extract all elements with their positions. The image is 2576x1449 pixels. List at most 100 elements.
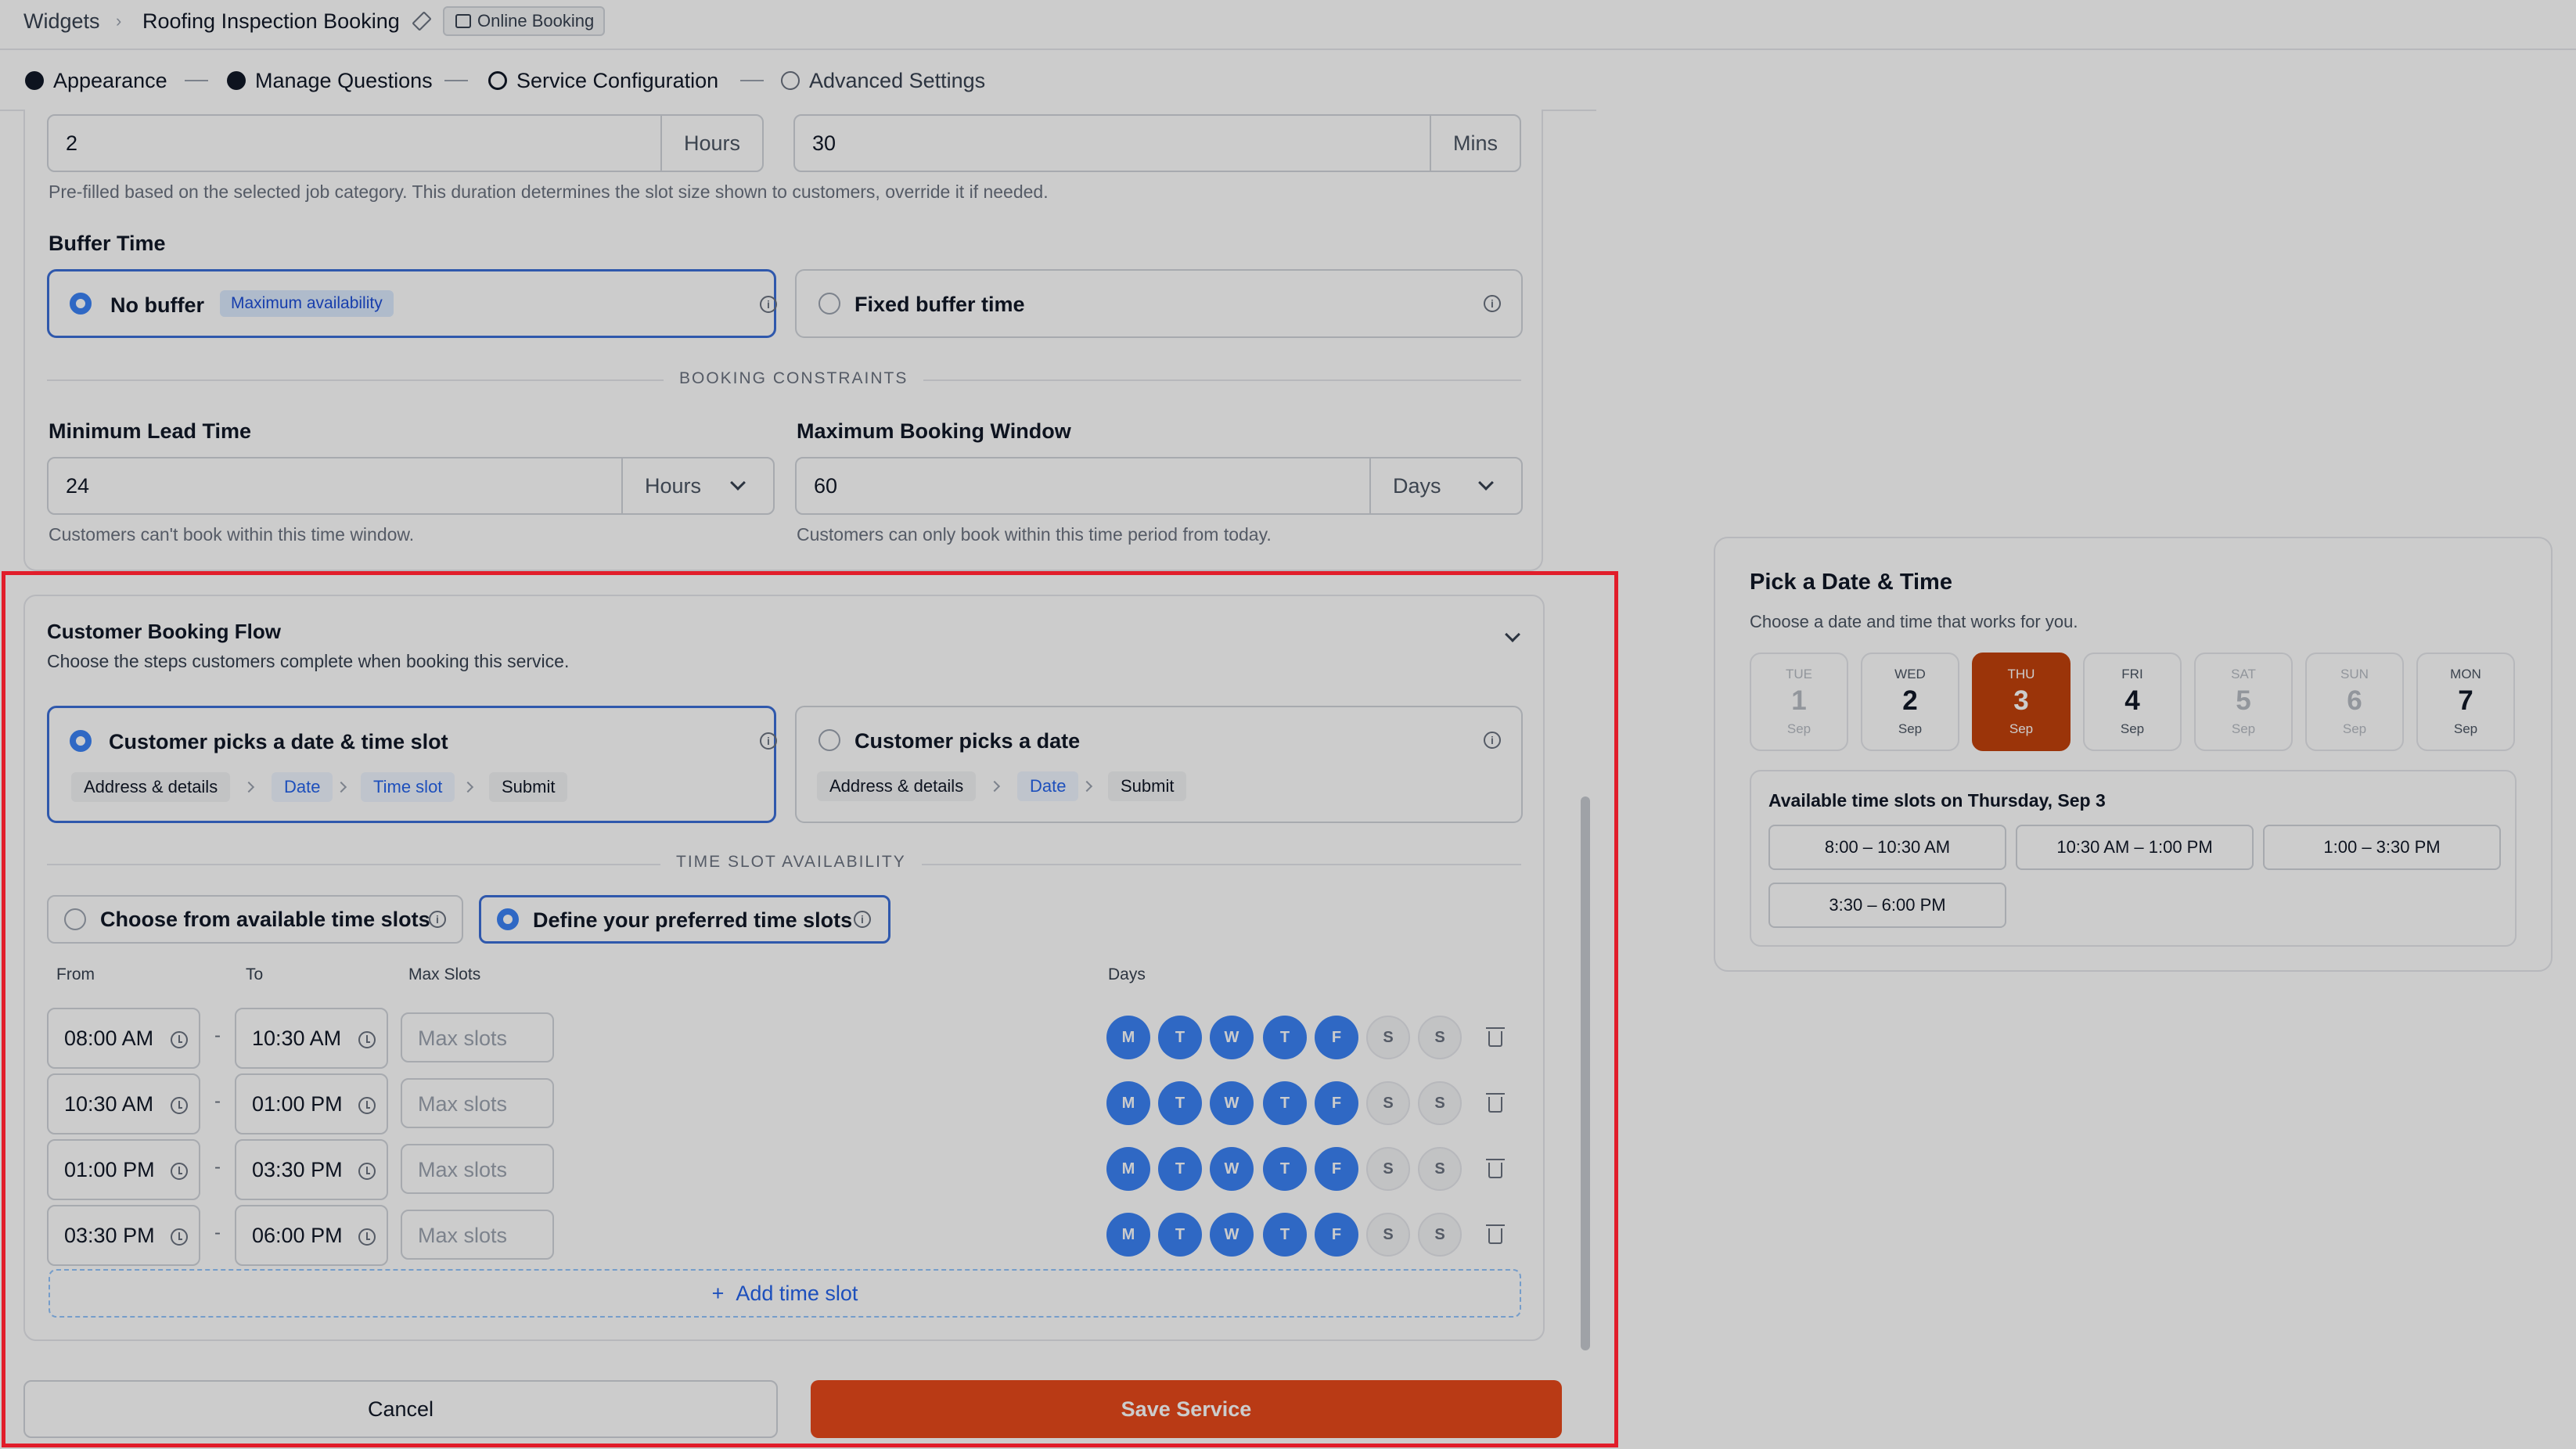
time-slot-button[interactable]: 8:00 – 10:30 AM [1768,825,2006,870]
to-time-field[interactable]: 06:00 PM [235,1205,388,1266]
booking-flow-title: Customer Booking Flow [47,620,281,643]
date-cell-fri[interactable]: FRI 4 Sep [2083,653,2182,751]
from-time-field[interactable]: 01:00 PM [47,1139,200,1200]
no-buffer-option[interactable]: No buffer Maximum availability i [47,269,777,338]
trash-icon[interactable] [1486,1159,1505,1178]
from-time-field[interactable]: 03:30 PM [47,1205,200,1266]
day-toggle[interactable]: T [1158,1081,1202,1125]
duration-hours-field[interactable]: 2 Hours [47,114,764,172]
day-toggle[interactable]: W [1210,1081,1254,1125]
duration-hours-value: 2 [66,131,78,155]
edit-pencil-icon[interactable] [412,11,432,31]
step-label: Appearance [53,69,167,92]
max-slots-input[interactable]: Max slots [401,1210,554,1260]
day-toggle[interactable]: W [1210,1016,1254,1059]
min-lead-time-field[interactable]: 24 Hours [47,457,775,515]
max-slots-placeholder: Max slots [418,1027,508,1050]
trash-icon[interactable] [1486,1224,1505,1244]
date-cell-thu[interactable]: THU 3 Sep [1972,653,2071,751]
collapse-chevron-icon[interactable] [1505,627,1520,642]
max-slots-input[interactable]: Max slots [401,1144,554,1194]
info-icon[interactable]: i [760,732,777,750]
date-cell-num: 6 [2347,685,2362,716]
date-cell-mon[interactable]: MON 7 Sep [2416,653,2515,751]
day-toggle[interactable]: F [1315,1147,1358,1191]
time-slot-button[interactable]: 10:30 AM – 1:00 PM [2016,825,2254,870]
info-icon[interactable]: i [854,911,871,928]
duration-mins-field[interactable]: 30 Mins [793,114,1521,172]
window-unit-select[interactable]: Days [1369,458,1521,513]
day-toggle[interactable]: M [1106,1213,1150,1257]
time-slot-button[interactable]: 1:00 – 3:30 PM [2263,825,2501,870]
date-cell-mon: Sep [2231,721,2256,736]
day-toggle[interactable]: W [1210,1213,1254,1257]
day-toggle[interactable]: T [1263,1016,1307,1059]
max-booking-window-field[interactable]: 60 Days [795,457,1523,515]
scrollbar[interactable] [1581,796,1590,1350]
day-toggle[interactable]: S [1366,1081,1410,1125]
day-toggle[interactable]: M [1106,1081,1150,1125]
date-cell-num: 5 [2236,685,2251,716]
info-icon[interactable]: i [1484,732,1501,749]
save-service-button[interactable]: Save Service [811,1380,1562,1438]
trash-icon[interactable] [1486,1093,1505,1113]
day-toggle[interactable]: S [1366,1147,1410,1191]
day-toggle[interactable]: T [1263,1213,1307,1257]
max-slots-input[interactable]: Max slots [401,1012,554,1062]
day-toggle[interactable]: T [1263,1147,1307,1191]
day-toggle[interactable]: F [1315,1213,1358,1257]
day-toggle[interactable]: T [1158,1213,1202,1257]
breadcrumb-root[interactable]: Widgets [23,8,100,34]
cancel-button[interactable]: Cancel [23,1380,778,1438]
to-time-field[interactable]: 10:30 AM [235,1008,388,1069]
time-slot-button[interactable]: 3:30 – 6:00 PM [1768,883,2006,928]
radio-unselected[interactable] [64,908,86,930]
chevron-right-icon [988,780,1001,793]
day-toggle[interactable]: S [1418,1016,1462,1059]
radio-unselected[interactable] [818,729,840,751]
from-time-field[interactable]: 08:00 AM [47,1008,200,1069]
day-toggle[interactable]: S [1366,1016,1410,1059]
flow-chip: Date [1017,771,1079,801]
radio-unselected[interactable] [818,293,840,315]
day-toggle[interactable]: S [1418,1213,1462,1257]
day-toggle[interactable]: F [1315,1081,1358,1125]
day-toggle[interactable]: S [1418,1147,1462,1191]
radio-selected[interactable] [70,293,92,315]
day-toggle[interactable]: T [1263,1081,1307,1125]
day-toggle[interactable]: F [1315,1016,1358,1059]
step-connector [185,80,208,81]
empty-circle-icon [781,71,800,90]
flow-option-date-only[interactable]: Customer picks a date i Address & detail… [795,706,1523,823]
from-time-field[interactable]: 10:30 AM [47,1073,200,1134]
lead-unit-select[interactable]: Hours [621,458,773,513]
radio-selected[interactable] [70,730,92,752]
define-preferred-slots-option[interactable]: Define your preferred time slots i [479,895,890,944]
booking-preview-card: Pick a Date & Time Choose a date and tim… [1714,537,2553,972]
choose-available-slots-option[interactable]: Choose from available time slots i [47,895,463,944]
add-time-slot-button[interactable]: + Add time slot [49,1269,1521,1318]
check-circle-icon [25,71,44,90]
top-bar: Widgets › Roofing Inspection Booking Onl… [0,0,2576,50]
clock-icon [358,1228,376,1246]
day-toggle[interactable]: W [1210,1147,1254,1191]
info-icon[interactable]: i [429,911,446,928]
day-toggle[interactable]: S [1366,1213,1410,1257]
day-toggle[interactable]: T [1158,1147,1202,1191]
info-icon[interactable]: i [1484,295,1501,312]
day-toggle[interactable]: M [1106,1016,1150,1059]
info-icon[interactable]: i [760,296,777,313]
date-cell-dow: TUE [1786,667,1812,681]
day-toggle[interactable]: M [1106,1147,1150,1191]
day-toggle[interactable]: T [1158,1016,1202,1059]
fixed-buffer-option[interactable]: Fixed buffer time i [795,269,1523,338]
max-slots-input[interactable]: Max slots [401,1078,554,1128]
day-toggle[interactable]: S [1418,1081,1462,1125]
trash-icon[interactable] [1486,1027,1505,1047]
radio-selected[interactable] [497,908,519,930]
date-cell-wed[interactable]: WED 2 Sep [1861,653,1959,751]
available-slots-box: Available time slots on Thursday, Sep 3 … [1750,770,2517,947]
to-time-field[interactable]: 01:00 PM [235,1073,388,1134]
flow-option-date-time-slot[interactable]: Customer picks a date & time slot i Addr… [47,706,777,823]
to-time-field[interactable]: 03:30 PM [235,1139,388,1200]
